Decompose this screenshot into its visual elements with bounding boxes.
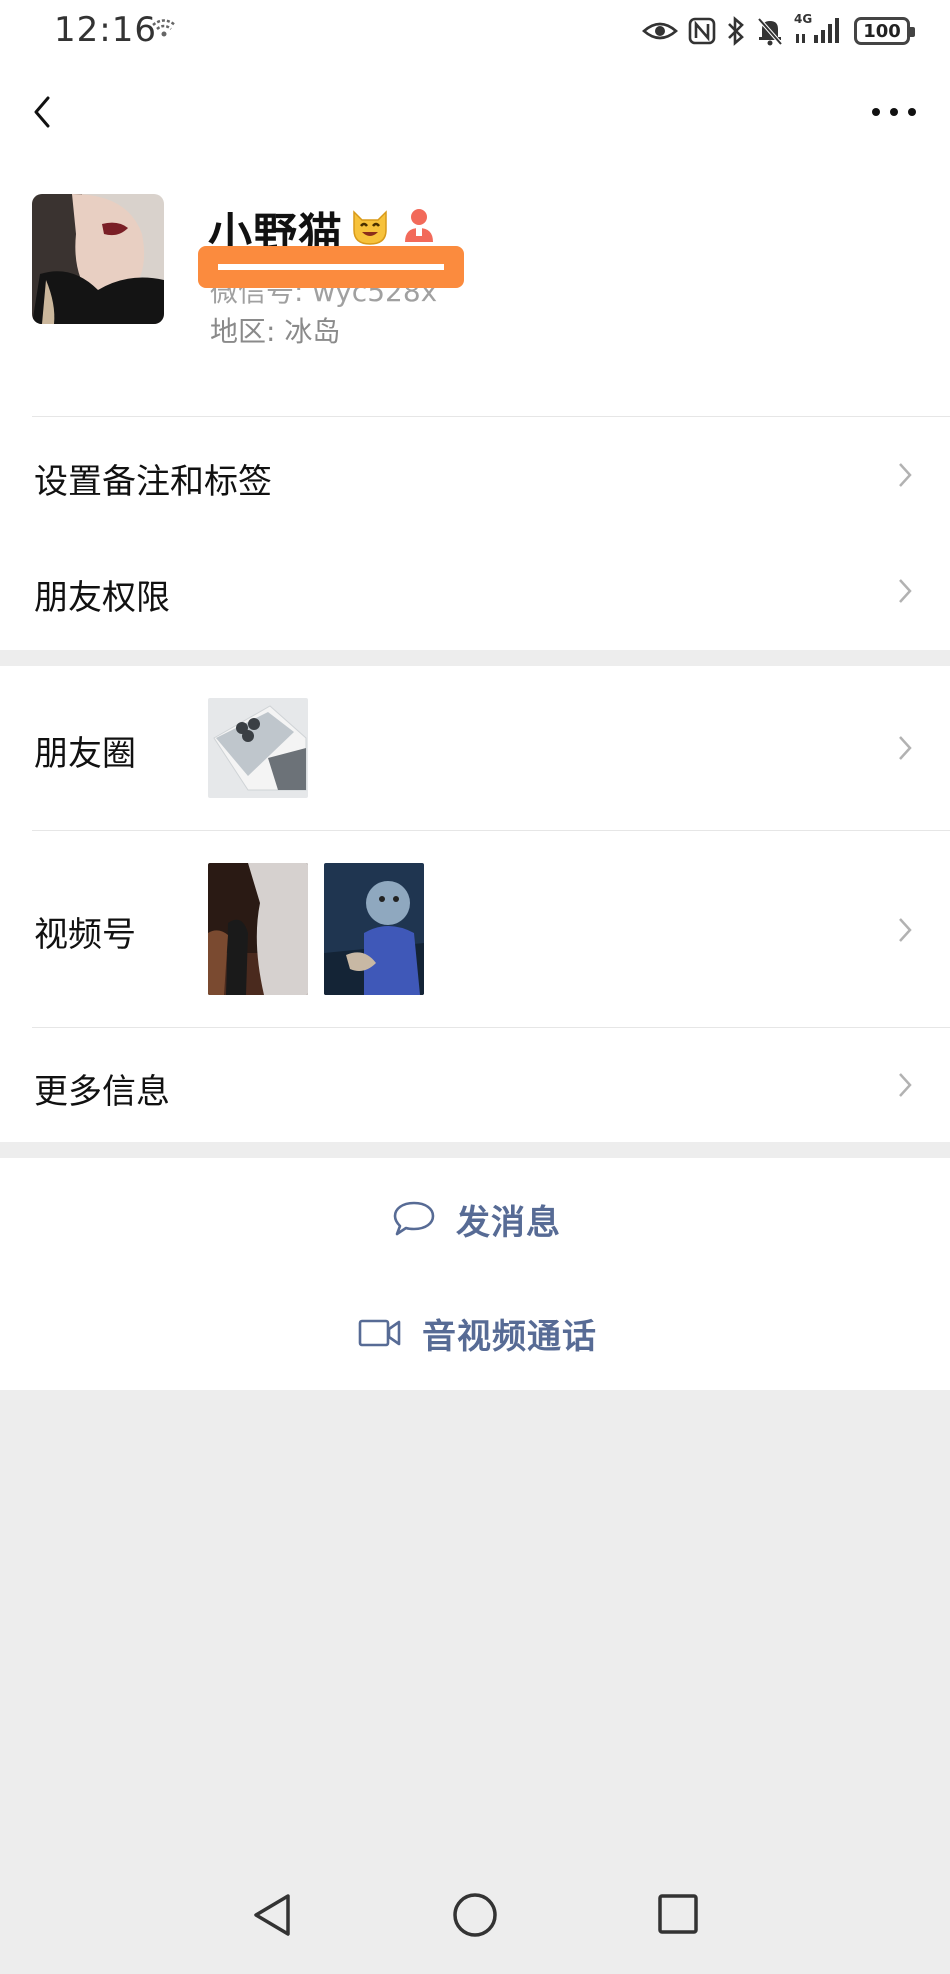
more-button[interactable] xyxy=(868,100,920,124)
set-remarks-tags-item[interactable]: 设置备注和标签 xyxy=(0,418,950,532)
cat-emoji-icon xyxy=(353,210,387,245)
triangle-back-icon xyxy=(254,1894,290,1936)
moments-item[interactable]: 朋友圈 xyxy=(0,666,950,830)
chevron-right-icon xyxy=(899,736,912,760)
channels-item[interactable]: 视频号 xyxy=(0,831,950,1027)
wifi-icon xyxy=(152,19,176,37)
eye-icon xyxy=(642,22,678,40)
status-time: 12:16 xyxy=(54,10,157,50)
video-call-label: 音视频通话 xyxy=(422,1316,597,1357)
nav-bar xyxy=(0,80,950,144)
channels-thumbnail xyxy=(324,863,424,995)
channels-label: 视频号 xyxy=(34,915,136,955)
send-message-label: 发消息 xyxy=(456,1202,561,1243)
square-recents-icon xyxy=(658,1894,698,1934)
divider xyxy=(32,416,950,417)
system-back-button[interactable] xyxy=(248,1890,298,1940)
video-camera-icon xyxy=(358,1319,401,1347)
system-home-button[interactable] xyxy=(450,1890,500,1940)
mute-bell-icon xyxy=(757,17,783,46)
nfc-icon xyxy=(688,17,716,45)
chevron-right-icon xyxy=(899,1073,912,1097)
more-info-item[interactable]: 更多信息 xyxy=(0,1028,950,1142)
region: 地区: 冰岛 xyxy=(210,315,341,348)
system-recents-button[interactable] xyxy=(654,1890,704,1940)
back-button[interactable] xyxy=(24,90,64,134)
set-remarks-tags-label: 设置备注和标签 xyxy=(34,462,272,502)
profile-header: 小野猫 微信号: wyc528x 地区: 冰岛 xyxy=(0,180,950,416)
circle-home-icon xyxy=(453,1893,497,1937)
profile-badge-icon xyxy=(405,209,433,242)
chevron-right-icon xyxy=(899,463,912,487)
status-bar: 12:16 4G 100 xyxy=(0,0,950,66)
battery-icon: 100 xyxy=(854,17,915,45)
system-navigation-bar xyxy=(0,1890,950,1974)
signal-icon: 4G xyxy=(794,12,844,46)
send-message-button[interactable]: 发消息 xyxy=(0,1164,950,1274)
redaction-overlay xyxy=(198,246,464,288)
chevron-left-icon xyxy=(34,96,50,128)
chat-bubble-icon xyxy=(393,1201,435,1236)
chevron-right-icon xyxy=(899,918,912,942)
battery-level: 100 xyxy=(863,20,901,42)
moments-thumbnail xyxy=(208,698,308,798)
channels-thumbnail xyxy=(208,863,308,995)
avatar[interactable] xyxy=(32,194,164,324)
moments-label: 朋友圈 xyxy=(34,734,136,774)
friend-permissions-item[interactable]: 朋友权限 xyxy=(0,532,950,650)
status-icons: 4G 100 xyxy=(642,12,915,48)
more-dots-icon xyxy=(872,108,880,116)
friend-permissions-label: 朋友权限 xyxy=(34,578,170,618)
video-call-button[interactable]: 音视频通话 xyxy=(0,1278,950,1388)
bluetooth-icon xyxy=(728,16,744,46)
more-info-label: 更多信息 xyxy=(34,1072,170,1112)
chevron-right-icon xyxy=(899,579,912,603)
